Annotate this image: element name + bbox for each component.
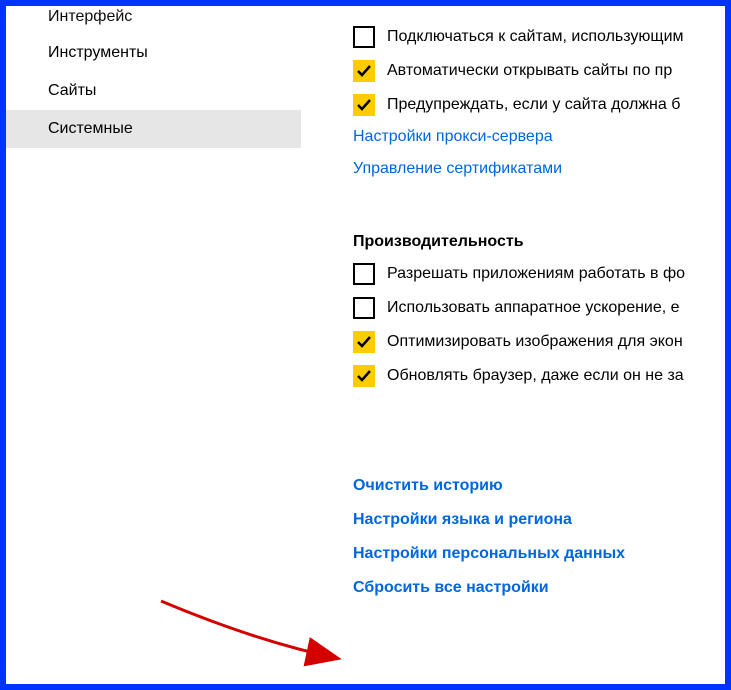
option-row: Автоматически открывать сайты по пр xyxy=(353,60,725,82)
option-label: Использовать аппаратное ускорение, е xyxy=(387,299,680,317)
sidebar-item-label: Сайты xyxy=(48,82,96,99)
section-title-performance: Производительность xyxy=(353,233,725,251)
link-clear-history[interactable]: Очистить историю xyxy=(353,477,725,495)
option-row: Предупреждать, если у сайта должна б xyxy=(353,94,725,116)
option-label: Обновлять браузер, даже если он не за xyxy=(387,367,684,385)
option-label: Оптимизировать изображения для экон xyxy=(387,333,683,351)
settings-content: Сеть Подключаться к сайтам, использующим… xyxy=(301,6,725,684)
sidebar-item-sites[interactable]: Сайты xyxy=(6,72,301,110)
checkbox-allow-background[interactable] xyxy=(353,263,375,285)
option-row: Использовать аппаратное ускорение, е xyxy=(353,297,725,319)
sidebar-item-tools[interactable]: Инструменты xyxy=(6,34,301,72)
option-row: Оптимизировать изображения для экон xyxy=(353,331,725,353)
link-personal-data[interactable]: Настройки персональных данных xyxy=(353,545,725,563)
sidebar-item-interface[interactable]: Интерфейс xyxy=(6,8,301,34)
checkbox-connect-sites[interactable] xyxy=(353,26,375,48)
sidebar-item-label: Инструменты xyxy=(48,44,148,61)
option-label: Автоматически открывать сайты по пр xyxy=(387,62,672,80)
link-language-region[interactable]: Настройки языка и региона xyxy=(353,511,725,529)
option-label: Подключаться к сайтам, использующим xyxy=(387,28,684,46)
sidebar-item-system[interactable]: Системные xyxy=(6,110,301,148)
option-row: Обновлять браузер, даже если он не за xyxy=(353,365,725,387)
link-reset-all-settings[interactable]: Сбросить все настройки xyxy=(353,579,725,597)
option-label: Предупреждать, если у сайта должна б xyxy=(387,96,680,114)
option-label: Разрешать приложениям работать в фо xyxy=(387,265,685,283)
settings-sidebar: Интерфейс Инструменты Сайты Системные xyxy=(6,6,301,684)
link-manage-certificates[interactable]: Управление сертификатами xyxy=(353,160,725,178)
checkbox-warn-site[interactable] xyxy=(353,94,375,116)
sidebar-item-label: Системные xyxy=(48,120,133,137)
checkbox-hardware-accel[interactable] xyxy=(353,297,375,319)
sidebar-item-label: Интерфейс xyxy=(48,8,132,25)
link-proxy-settings[interactable]: Настройки прокси-сервера xyxy=(353,128,725,146)
checkbox-optimize-images[interactable] xyxy=(353,331,375,353)
option-row: Разрешать приложениям работать в фо xyxy=(353,263,725,285)
checkbox-update-browser[interactable] xyxy=(353,365,375,387)
checkbox-auto-open[interactable] xyxy=(353,60,375,82)
option-row: Подключаться к сайтам, использующим xyxy=(353,26,725,48)
